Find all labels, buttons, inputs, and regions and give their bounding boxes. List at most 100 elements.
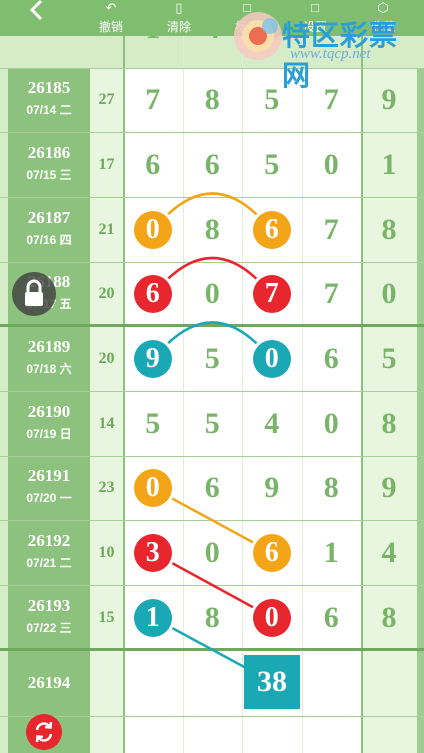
sum-cell: 23 [90,456,123,520]
issue-date: 07/16 四 [26,232,72,247]
clear-button[interactable]: ▯ 清除 [154,0,204,36]
last-digit-cell[interactable]: 8 [361,391,417,456]
digit-value: 0 [204,536,220,569]
digit-cell[interactable]: 8 [183,68,243,132]
marked-ball[interactable]: 6 [252,533,291,572]
digit-value: 6 [323,601,339,634]
sum-cell: 15 [90,585,123,650]
right-strip [417,391,424,456]
refresh-button[interactable] [26,714,62,750]
issue-number: 26190 [27,401,71,421]
digit-cell[interactable]: 5 [183,391,243,456]
issue-number: 26193 [27,595,71,615]
last-digit-cell[interactable]: 8 [361,197,417,262]
digit-value: 6 [204,471,220,504]
column-divider [123,36,125,753]
digit-cell[interactable]: 5 [242,132,302,197]
digit-cell[interactable]: 8 [183,197,243,262]
row-divider [0,456,424,457]
right-strip [417,456,424,520]
last-digit-cell[interactable]: 9 [361,456,417,520]
digit-cell[interactable]: 0 [183,262,243,326]
column-divider [301,36,303,753]
right-strip [417,520,424,585]
marked-ball[interactable]: 3 [133,533,172,572]
last-digit-cell [361,650,417,753]
site-logo: 特区彩票网 www.tqcp.net [228,4,418,91]
digit-cell[interactable]: 1 [302,520,362,585]
digit-value: 1 [323,536,339,569]
digit-cell[interactable]: 5 [123,391,183,456]
digit-cell[interactable]: 9 [242,456,302,520]
digit-value: 7 [323,213,339,246]
refresh-icon [35,721,53,743]
right-strip [417,68,424,132]
issue-number: 26185 [27,78,71,97]
issue-date: 07/22 三 [26,620,72,635]
sum-cell [90,650,123,753]
marked-ball[interactable]: 1 [133,598,172,637]
issue-cell: 26187 07/16 四 [8,197,90,262]
sum-cell: 20 [90,262,123,326]
undo-icon: ↶ [105,0,117,15]
clear-icon: ▯ [175,0,183,15]
digit-cell[interactable]: 8 [183,585,243,650]
last-digit-value: 8 [381,601,397,634]
last-digit-value: 8 [381,407,397,440]
digit-cell[interactable]: 7 [302,262,362,326]
marked-ball[interactable]: 7 [252,275,291,313]
marked-ball[interactable]: 6 [252,210,291,249]
right-strip [417,262,424,326]
sum-cell: 17 [90,132,123,197]
digit-cell[interactable]: 6 [183,456,243,520]
lock-icon [25,279,43,306]
digit-cell[interactable]: 7 [302,197,362,262]
marked-ball[interactable]: 0 [252,339,291,378]
undo-button[interactable]: ↶ 撤销 [86,0,136,36]
prediction-box[interactable]: 38 [244,655,300,709]
last-digit-cell[interactable]: 4 [361,520,417,585]
right-strip [417,650,424,753]
digit-cell[interactable]: 0 [302,391,362,456]
last-digit-cell[interactable]: 8 [361,585,417,650]
digit-cell[interactable]: 7 [123,68,183,132]
marked-ball[interactable]: 0 [252,598,291,637]
digit-cell[interactable]: 0 [183,520,243,585]
issue-date: 07/14 二 [26,103,72,117]
lottery-grid: 07/13 一111422618507/14 二27785792618607/1… [0,0,424,753]
digit-cell[interactable]: 6 [183,132,243,197]
marked-ball[interactable]: 0 [133,469,172,507]
digit-value: 4 [264,407,280,440]
row-divider [0,391,424,392]
digit-cell[interactable]: 5 [183,326,243,391]
digit-value: 8 [204,601,220,634]
back-button[interactable] [22,0,52,26]
digit-value: 9 [264,471,280,504]
digit-value: 8 [323,471,339,504]
lock-button[interactable] [12,272,56,316]
digit-cell[interactable]: 0 [302,132,362,197]
digit-cell[interactable]: 8 [302,456,362,520]
marked-ball[interactable]: 6 [133,275,172,313]
issue-number: 26187 [27,207,71,227]
row-divider [0,324,424,327]
marked-ball[interactable]: 9 [133,339,172,378]
right-strip [417,326,424,391]
digit-cell[interactable]: 6 [123,132,183,197]
last-digit-cell[interactable]: 1 [361,132,417,197]
digit-cell[interactable]: 6 [302,326,362,391]
digit-value: 7 [323,277,339,310]
issue-number: 26192 [27,530,71,550]
digit-cell[interactable]: 4 [242,391,302,456]
marked-ball[interactable]: 0 [133,210,172,249]
clear-label: 清除 [166,20,191,34]
issue-number: 26191 [27,466,71,485]
digit-cell[interactable]: 6 [302,585,362,650]
issue-number: 26189 [27,336,71,356]
issue-number: 26186 [27,142,71,162]
last-digit-cell[interactable]: 5 [361,326,417,391]
last-digit-value: 9 [381,471,397,504]
row-divider [0,585,424,586]
last-digit-cell[interactable]: 0 [361,262,417,326]
issue-date: 07/21 二 [26,555,72,570]
